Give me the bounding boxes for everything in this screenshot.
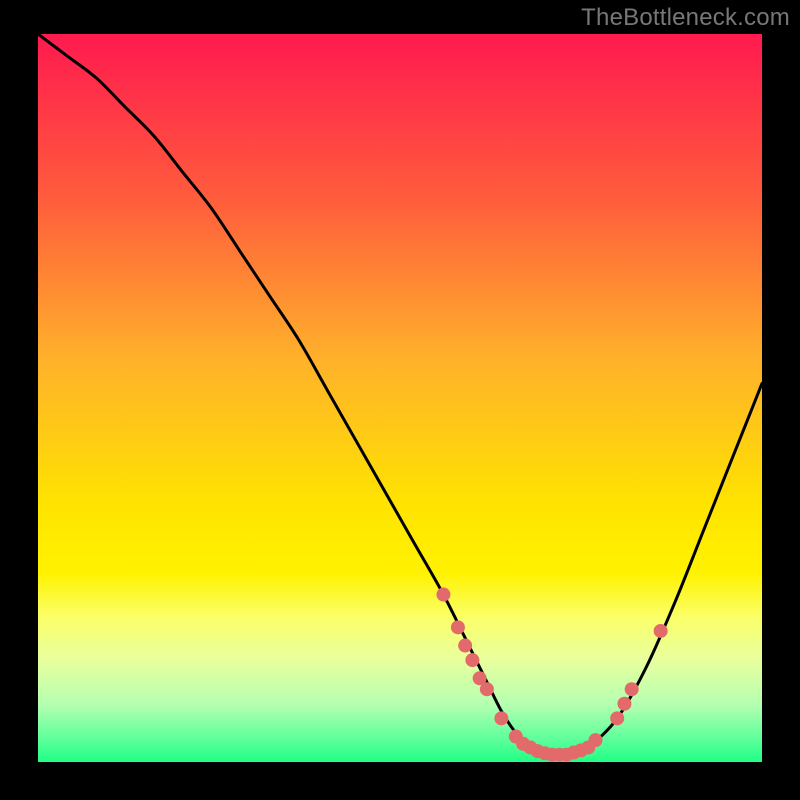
watermark-text: TheBottleneck.com (581, 4, 790, 32)
curve-dot (617, 697, 631, 711)
curve-dot (610, 711, 624, 725)
curve-dot (458, 639, 472, 653)
curve-dot (480, 682, 494, 696)
curve-dot (625, 682, 639, 696)
bottleneck-chart (0, 0, 800, 800)
curve-dot (436, 588, 450, 602)
curve-dot (654, 624, 668, 638)
curve-dot (588, 733, 602, 747)
chart-frame: TheBottleneck.com (0, 0, 800, 800)
curve-dot (494, 711, 508, 725)
curve-dot (465, 653, 479, 667)
curve-dot (451, 620, 465, 634)
